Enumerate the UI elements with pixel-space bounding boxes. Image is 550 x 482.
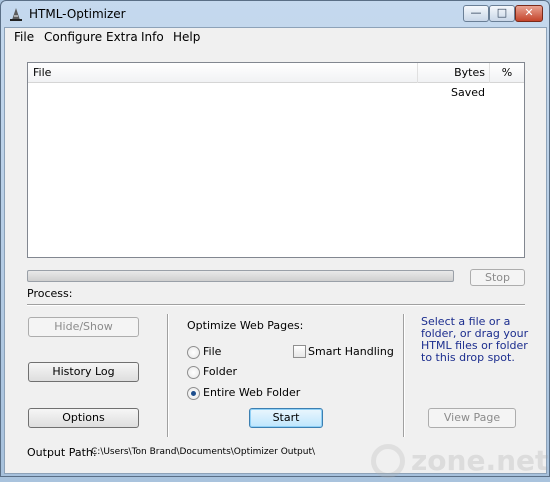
file-list-header: File Bytes Saved % [28, 63, 524, 99]
drop-hint-text: Select a file or a folder, or drag your … [421, 315, 529, 364]
hide-show-button[interactable]: Hide/Show [28, 317, 139, 337]
menu-info[interactable]: Info [141, 30, 164, 44]
menu-configure[interactable]: Configure [44, 30, 102, 44]
radio-folder[interactable] [187, 366, 200, 379]
minimize-button[interactable]: — [463, 5, 489, 22]
smart-handling-label[interactable]: Smart Handling [308, 345, 394, 358]
menu-bar: File Configure Extra Info Help [5, 28, 546, 46]
horizontal-divider [27, 304, 525, 306]
radio-entire-web-folder[interactable] [187, 387, 200, 400]
file-list[interactable]: File Bytes Saved % [27, 62, 525, 258]
radio-file[interactable] [187, 346, 200, 359]
column-header-percent[interactable]: % [490, 63, 524, 83]
menu-extra[interactable]: Extra [106, 30, 138, 44]
menu-file[interactable]: File [14, 30, 34, 44]
vertical-divider-right [403, 314, 405, 437]
watermark-ring-icon [371, 444, 405, 478]
radio-folder-label[interactable]: Folder [203, 365, 237, 378]
vertical-divider-left [167, 314, 169, 437]
output-path-label: Output Path: [27, 446, 97, 459]
window-title: HTML-Optimizer [29, 7, 126, 21]
process-label: Process: [27, 287, 73, 300]
client-area: File Configure Extra Info Help File Byte… [4, 27, 548, 478]
close-button[interactable]: ✕ [515, 5, 543, 22]
radio-file-label[interactable]: File [203, 345, 221, 358]
menu-help[interactable]: Help [173, 30, 200, 44]
watermark-logo: zone.net [371, 442, 550, 482]
start-button[interactable]: Start [249, 408, 323, 428]
history-log-button[interactable]: History Log [28, 362, 139, 382]
watermark-text: zone.net [411, 444, 549, 477]
smart-handling-checkbox[interactable] [293, 345, 306, 358]
app-icon [10, 8, 22, 21]
view-page-button[interactable]: View Page [428, 408, 516, 428]
maximize-button[interactable]: □ [489, 5, 515, 22]
column-header-bytes-saved[interactable]: Bytes Saved [418, 63, 490, 99]
output-path-value: C:\Users\Ton Brand\Documents\Optimizer O… [91, 447, 316, 457]
title-bar[interactable]: HTML-Optimizer — □ ✕ [1, 1, 549, 27]
radio-entire-web-folder-label[interactable]: Entire Web Folder [203, 386, 300, 399]
stop-button[interactable]: Stop [470, 269, 525, 286]
column-header-file[interactable]: File [28, 63, 418, 83]
app-window: HTML-Optimizer — □ ✕ File Configure Extr… [0, 0, 550, 478]
progress-bar [27, 270, 454, 282]
options-button[interactable]: Options [28, 408, 139, 428]
optimize-heading: Optimize Web Pages: [187, 319, 304, 332]
